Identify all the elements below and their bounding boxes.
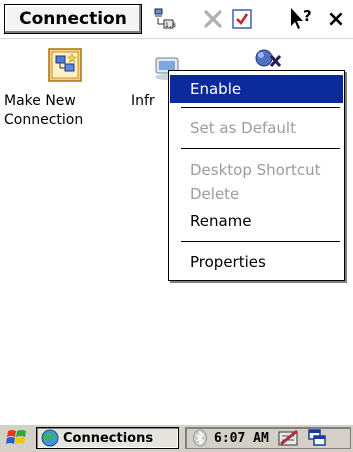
clock[interactable]: 6:07 AM [214,431,269,446]
delete-icon[interactable] [199,5,227,33]
menu-item-rename[interactable]: Rename [170,207,343,235]
input-panel-icon[interactable] [277,428,301,448]
menu-item-set-as-default: Set as Default [190,119,296,137]
menu-separator [181,148,340,149]
menu-item-properties[interactable]: Properties [170,248,343,276]
svg-text:?: ? [303,7,312,25]
window-title[interactable]: Connection [4,4,142,34]
system-tray: 6:07 AM [185,427,351,449]
menu-separator [181,241,340,242]
item-label-line1: Make New [4,93,76,109]
context-menu: Enable Set as Default Desktop Shortcut D… [168,70,345,281]
network-settings-icon[interactable]: 1,8 [150,5,178,33]
menu-separator [181,107,340,108]
menu-item-delete: Delete [190,185,240,203]
help-icon[interactable]: ? [288,5,316,33]
connections-task-button[interactable]: Connections [36,427,179,449]
taskbar: Connections 6:07 AM [0,423,353,452]
close-icon[interactable]: × [322,5,350,33]
start-icon[interactable] [2,427,32,449]
menu-item-enable[interactable]: Enable [170,75,343,103]
task-label: Connections [63,430,154,446]
desktop-switch-icon[interactable] [307,428,327,448]
make-new-connection-icon [48,48,82,86]
svg-text:1,8: 1,8 [165,22,176,29]
command-bar: Connection 1,8 ? × [0,0,353,39]
connections-task-icon [41,429,59,447]
bluetooth-icon[interactable] [192,429,208,447]
item-label-line1: Infr [131,93,155,109]
checkbox-icon[interactable] [228,5,256,33]
item-label-line2: Connection [4,112,84,128]
